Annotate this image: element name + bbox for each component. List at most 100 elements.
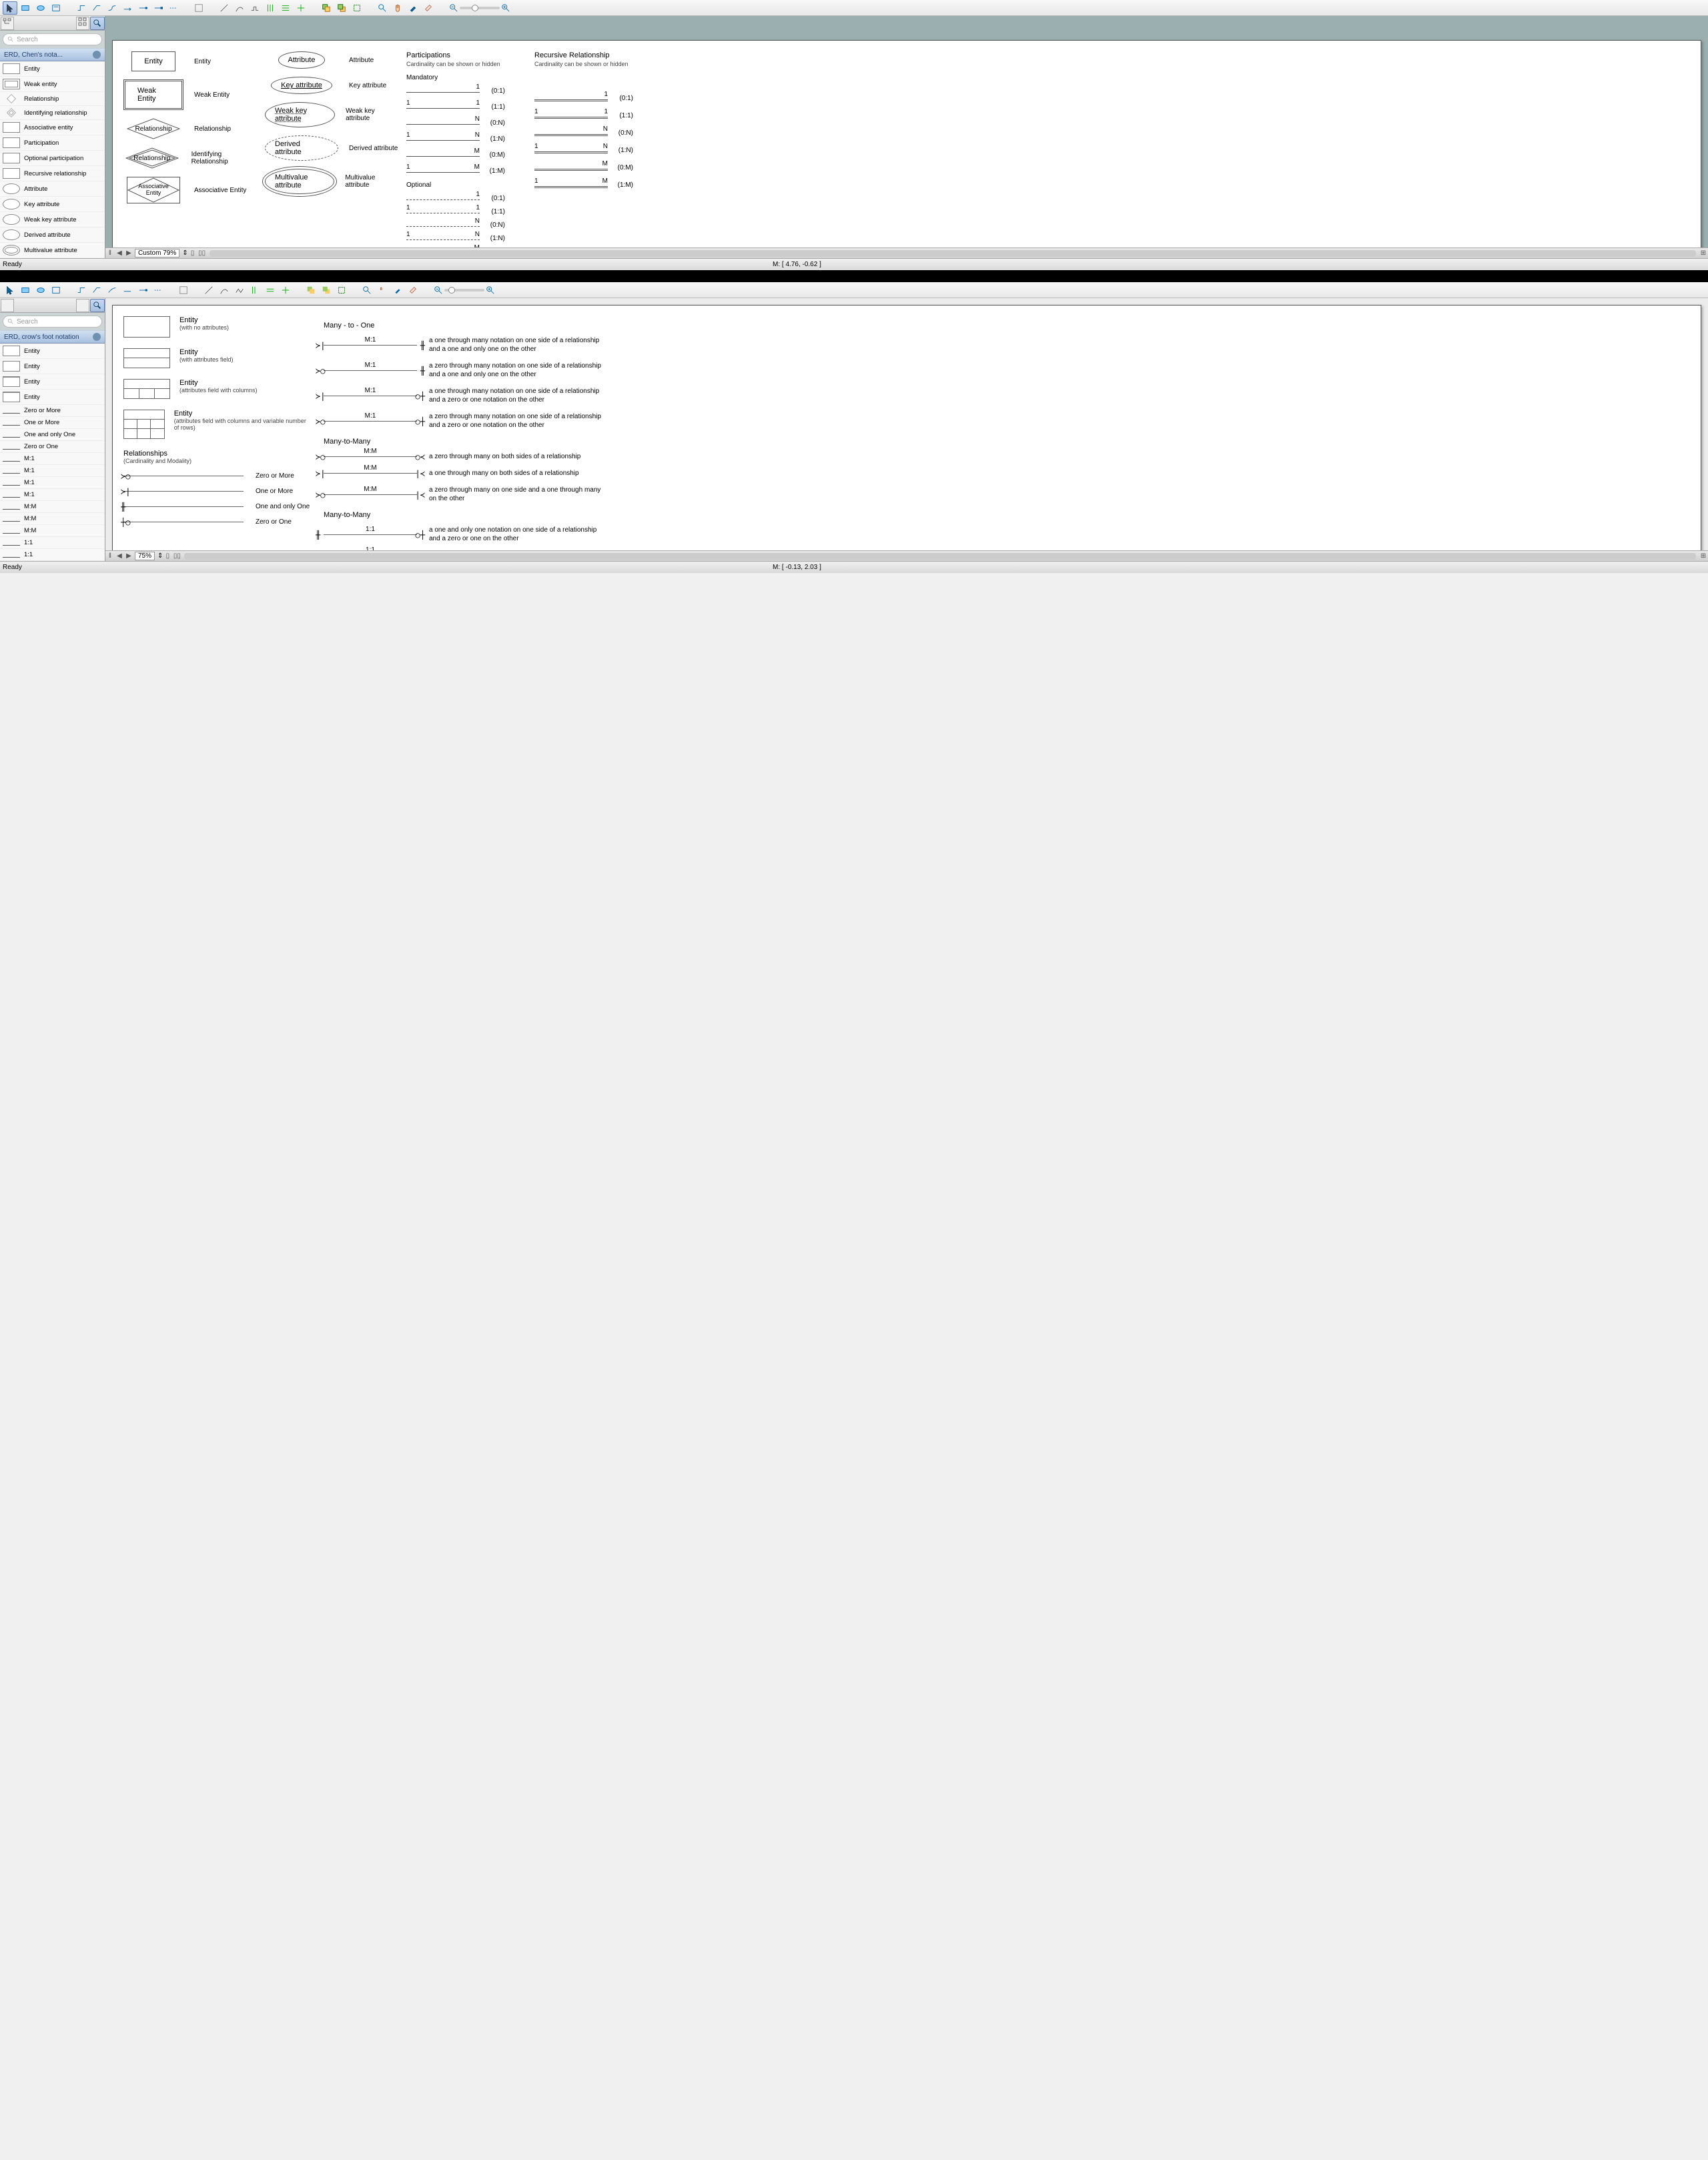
line-tool-2[interactable]	[232, 1, 247, 15]
oval-tool[interactable]	[33, 284, 48, 297]
eyedrop-tool[interactable]	[406, 1, 420, 15]
stencil-item[interactable]: M:M	[0, 501, 105, 513]
scroll-hold[interactable]: ‖	[105, 552, 115, 560]
rect-tool[interactable]	[18, 284, 33, 297]
connector-6[interactable]	[151, 284, 165, 297]
stencil-item[interactable]: Recursive relationship	[0, 166, 105, 181]
line-tool-5[interactable]	[278, 1, 293, 15]
zoom-mode[interactable]: 75%	[135, 552, 155, 560]
line-tool-3[interactable]	[248, 1, 262, 15]
stencil-item[interactable]: Attribute	[0, 181, 105, 197]
magnify-tool[interactable]	[375, 1, 390, 15]
stencil-item[interactable]: Entity	[0, 344, 105, 359]
zoom-in-icon[interactable]	[501, 3, 510, 13]
pointer-tool[interactable]	[3, 1, 17, 15]
erase-tool[interactable]	[421, 1, 436, 15]
scroll-hold[interactable]: ‖	[105, 249, 115, 257]
search-input[interactable]: Search	[3, 33, 102, 45]
stencil-item[interactable]: Entity	[0, 359, 105, 374]
magnify-tool[interactable]	[360, 284, 374, 297]
canvas-area-2[interactable]: Entity(with no attributes)Entity(with at…	[105, 298, 1708, 561]
connector-4[interactable]	[120, 1, 135, 15]
hscroll-end[interactable]: ⊞	[1699, 249, 1708, 257]
stencil-item[interactable]: Identifying relationship	[0, 106, 105, 120]
group-1[interactable]	[319, 1, 334, 15]
connector-5[interactable]	[135, 1, 150, 15]
connector-5[interactable]	[135, 284, 150, 297]
canvas-area[interactable]: EntityEntityWeak EntityWeak EntityRelati…	[105, 16, 1708, 258]
oval-tool[interactable]	[33, 1, 48, 15]
connector-1[interactable]	[74, 284, 89, 297]
line-tool-5[interactable]	[263, 284, 278, 297]
zoom-in-icon[interactable]	[486, 286, 495, 295]
layout-1[interactable]: ▯	[188, 249, 197, 257]
stencil-item[interactable]: M:1	[0, 489, 105, 501]
text-tool[interactable]	[49, 1, 63, 15]
line-tool-4[interactable]	[248, 284, 262, 297]
text-tool[interactable]	[49, 284, 63, 297]
stencil-item[interactable]: M:M	[0, 513, 105, 525]
tree-toggle[interactable]	[1, 299, 14, 312]
grid-toggle[interactable]	[76, 17, 89, 30]
group-1[interactable]	[304, 284, 318, 297]
group-3[interactable]	[334, 284, 349, 297]
line-tool-3[interactable]	[232, 284, 247, 297]
connector-4[interactable]	[120, 284, 135, 297]
rect-tool[interactable]	[18, 1, 33, 15]
search-toggle[interactable]	[90, 299, 105, 312]
connector-1[interactable]	[74, 1, 89, 15]
zoom-out-icon[interactable]	[434, 286, 443, 295]
layout-2[interactable]: ▯▯	[197, 249, 207, 257]
stencil-item[interactable]: Participation	[0, 135, 105, 151]
hand-tool[interactable]	[375, 284, 390, 297]
stencil-item[interactable]: 1:1	[0, 549, 105, 561]
pointer-tool[interactable]	[3, 284, 17, 297]
category-header[interactable]: ERD, crow's foot notation	[0, 330, 105, 344]
stencil-item[interactable]: Derived attribute	[0, 227, 105, 243]
stencil-item[interactable]: Zero or One	[0, 441, 105, 453]
hscroll-track[interactable]	[184, 553, 1696, 560]
canvas-page[interactable]: EntityEntityWeak EntityWeak EntityRelati…	[112, 40, 1701, 258]
stencil-item[interactable]: Weak entity	[0, 77, 105, 92]
stencil-item[interactable]: Key attribute	[0, 197, 105, 212]
tree-toggle[interactable]	[1, 17, 14, 30]
stencil-item[interactable]: Multivalue attribute	[0, 243, 105, 258]
stencil-item[interactable]: Associative entity	[0, 120, 105, 135]
canvas-page-2[interactable]: Entity(with no attributes)Entity(with at…	[112, 305, 1701, 561]
line-tool-6[interactable]	[278, 284, 293, 297]
zoom-slider[interactable]	[449, 3, 510, 13]
stencil-item[interactable]: Optional participation	[0, 151, 105, 166]
hand-tool[interactable]	[390, 1, 405, 15]
stencil-item[interactable]: Entity	[0, 374, 105, 390]
style-1[interactable]	[176, 284, 191, 297]
grid-toggle[interactable]	[76, 299, 89, 312]
line-tool-2[interactable]	[217, 284, 232, 297]
search-toggle[interactable]	[90, 17, 105, 30]
style-1[interactable]	[191, 1, 206, 15]
stencil-item[interactable]: M:1	[0, 465, 105, 477]
connector-7[interactable]	[166, 1, 181, 15]
stencil-item[interactable]: One and only One	[0, 429, 105, 441]
zoom-out-icon[interactable]	[449, 3, 458, 13]
stencil-item[interactable]: Relationship	[0, 92, 105, 106]
stencil-item[interactable]: 1:1	[0, 537, 105, 549]
group-3[interactable]	[350, 1, 364, 15]
connector-6[interactable]	[151, 1, 165, 15]
stencil-item[interactable]: One or More	[0, 417, 105, 429]
connector-3[interactable]	[105, 1, 119, 15]
gear-icon[interactable]	[93, 333, 101, 341]
stencil-item[interactable]: Weak key attribute	[0, 212, 105, 227]
eyedrop-tool[interactable]	[390, 284, 405, 297]
connector-2[interactable]	[89, 1, 104, 15]
line-tool-6[interactable]	[294, 1, 308, 15]
stencil-item[interactable]: Entity	[0, 390, 105, 405]
layout-2[interactable]: ▯▯	[172, 552, 181, 560]
stencil-item[interactable]: M:1	[0, 453, 105, 465]
category-header[interactable]: ERD, Chen's nota...	[0, 48, 105, 61]
zoom-spinner[interactable]: ⇕	[157, 552, 163, 560]
group-2[interactable]	[334, 1, 349, 15]
stencil-item[interactable]: Zero or More	[0, 405, 105, 417]
line-tool-1[interactable]	[201, 284, 216, 297]
stencil-item[interactable]: Entity	[0, 61, 105, 77]
zoom-spinner[interactable]: ⇕	[182, 249, 187, 257]
